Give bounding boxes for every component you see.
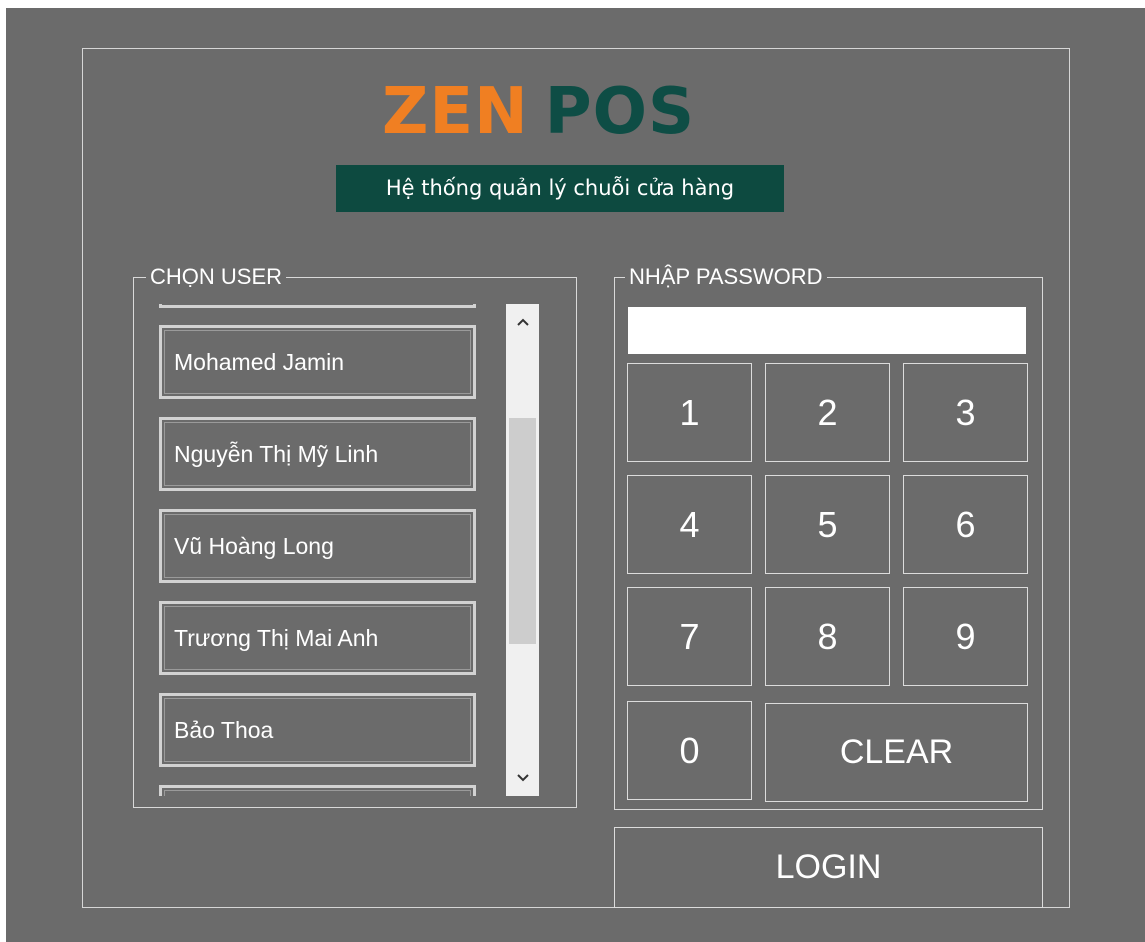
key-3-button[interactable]: 3 [903, 363, 1028, 462]
user-item[interactable]: Bảo Thoa [159, 693, 476, 767]
user-item[interactable]: Trương Thị Mai Anh [159, 601, 476, 675]
key-6-button[interactable]: 6 [903, 475, 1028, 574]
user-item[interactable]: Mohamed Jamin [159, 325, 476, 399]
enter-password-legend: NHẬP PASSWORD [625, 264, 827, 290]
clear-button[interactable]: CLEAR [765, 703, 1028, 802]
scroll-down-icon[interactable] [506, 764, 539, 794]
user-item-partial-top[interactable] [159, 304, 476, 308]
password-input[interactable] [628, 307, 1026, 354]
chevron-up-icon [516, 318, 529, 326]
scroll-thumb[interactable] [509, 418, 536, 644]
key-1-button[interactable]: 1 [627, 363, 752, 462]
user-list[interactable]: Mohamed Jamin Nguyễn Thị Mỹ Linh Vũ Hoàn… [159, 304, 477, 796]
logo-tagline: Hệ thống quản lý chuỗi cửa hàng [336, 165, 784, 212]
chevron-down-icon [516, 774, 529, 782]
key-8-button[interactable]: 8 [765, 587, 890, 686]
key-5-button[interactable]: 5 [765, 475, 890, 574]
user-list-scrollbar[interactable] [506, 304, 539, 796]
user-item[interactable]: Vũ Hoàng Long [159, 509, 476, 583]
login-button[interactable]: LOGIN [614, 827, 1043, 908]
key-0-button[interactable]: 0 [627, 701, 752, 800]
key-4-button[interactable]: 4 [627, 475, 752, 574]
app-logo: ZEN POS [382, 72, 742, 152]
user-item-partial-bottom[interactable] [159, 785, 476, 796]
choose-user-legend: CHỌN USER [146, 264, 287, 290]
logo-pos-text: POS [544, 75, 696, 149]
user-item[interactable]: Nguyễn Thị Mỹ Linh [159, 417, 476, 491]
key-9-button[interactable]: 9 [903, 587, 1028, 686]
scroll-up-icon[interactable] [506, 308, 539, 338]
key-7-button[interactable]: 7 [627, 587, 752, 686]
logo-zen-text: ZEN [382, 75, 529, 149]
key-2-button[interactable]: 2 [765, 363, 890, 462]
